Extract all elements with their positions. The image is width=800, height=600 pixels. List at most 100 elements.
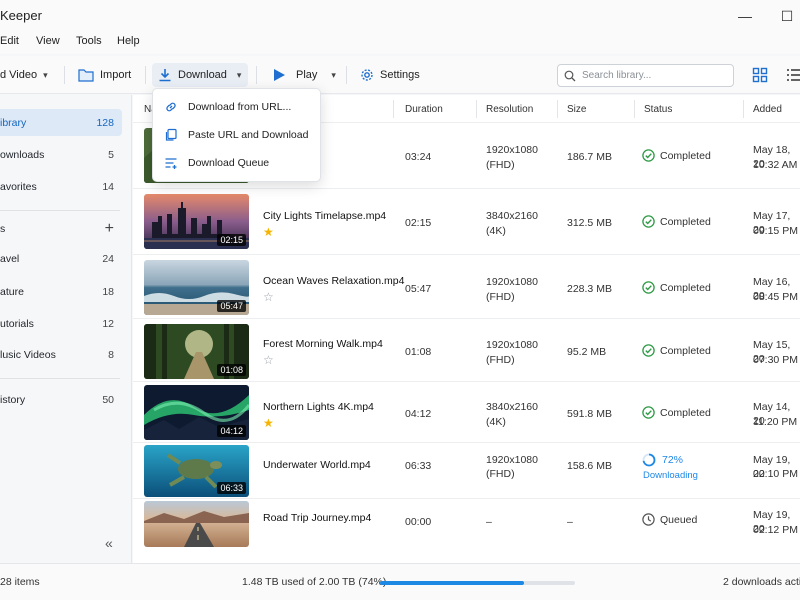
menu-item-label: Download from URL... [188,101,292,113]
table-row[interactable]: 02:15 City Lights Timelapse.mp4 ★ 02:15 … [133,189,800,255]
table-row[interactable]: 04:12 Northern Lights 4K.mp4 ★ 04:12 384… [133,382,800,443]
sidebar-item-history[interactable]: istory 50 [0,386,122,413]
menu-tools[interactable]: Tools [76,35,102,47]
star-outline-icon[interactable]: ☆ [263,353,274,367]
sidebar-item-downloads[interactable]: ownloads 5 [0,141,122,168]
status-label: Completed [660,344,711,357]
sidebar-section-playlists: s + [0,215,122,242]
add-playlist-icon[interactable]: + [105,220,114,238]
check-circle-icon [642,149,655,162]
sidebar-item-count: 14 [102,180,114,193]
status-queued: Queued [642,513,697,526]
row-resolution-label: (4K) [486,416,506,428]
duration-badge: 02:15 [217,234,246,246]
download-button[interactable]: Download ▾ [152,63,248,87]
row-size: – [567,516,573,528]
file-name: Underwater World.mp4 [263,459,371,471]
file-name: Road Trip Journey.mp4 [263,512,372,524]
sidebar-section-label: s [0,222,6,235]
title-bar: Keeper — ☐ [0,0,800,32]
row-duration: 04:12 [405,408,432,420]
check-circle-icon [642,344,655,357]
menu-item-label: Download Queue [188,157,270,169]
star-filled-icon[interactable]: ★ [263,225,274,239]
row-resolution-label: (FHD) [486,159,515,171]
download-menu: Download from URL... Paste URL and Downl… [152,88,321,182]
menu-download-queue[interactable]: Download Queue [153,149,320,177]
row-size: 312.5 MB [567,217,612,229]
menu-edit[interactable]: Edit [0,35,19,47]
row-resolution-label: (4K) [486,225,506,237]
sidebar-item-label: lusic Videos [0,348,56,361]
add-video-label: d Video [0,69,38,81]
table-row[interactable]: 05:47 Ocean Waves Relaxation.mp4 ☆ 05:47… [133,255,800,319]
star-outline-icon[interactable]: ☆ [263,290,274,304]
video-thumbnail: 02:15 [144,194,249,249]
add-video-button[interactable]: d Video ▾ [0,63,54,87]
toolbar-divider [346,66,347,84]
row-duration: 06:33 [405,460,432,472]
menu-paste-url-and-download[interactable]: Paste URL and Download [153,121,320,149]
column-status[interactable]: Status [644,104,672,115]
menu-download-from-url[interactable]: Download from URL... [153,93,320,121]
row-size: 95.2 MB [567,346,607,358]
active-downloads: 2 downloads activ [723,576,800,588]
table-row[interactable]: 06:33 Underwater World.mp4 06:33 1920x10… [133,443,800,499]
video-thumbnail: 04:12 [144,385,249,440]
sidebar-item-library[interactable]: ibrary 128 [0,109,122,136]
status-sublabel: Downloading [643,470,698,481]
sidebar-item-count: 18 [102,285,114,298]
sidebar-item-count: 128 [96,116,114,129]
menu-help[interactable]: Help [117,35,140,47]
row-size: 158.6 MB [567,460,612,472]
storage-progress-fill [380,581,525,585]
play-button[interactable]: Play ▾ [266,63,342,87]
table-row[interactable]: Road Trip Journey.mp4 00:00 – – Queued M… [133,499,800,557]
sidebar-item-label: ibrary [0,116,27,129]
queue-icon [165,158,177,169]
collapse-sidebar-icon[interactable]: « [105,535,113,551]
column-size[interactable]: Size [567,104,586,115]
duration-badge: 06:33 [217,482,246,494]
sidebar-divider [0,378,120,379]
star-filled-icon[interactable]: ★ [263,416,274,430]
settings-button[interactable]: Settings [354,63,426,87]
import-button[interactable]: Import [72,63,137,87]
sidebar-item-count: 50 [102,393,114,406]
sidebar-item-count: 12 [102,317,114,330]
status-bar: 28 items 1.48 TB used of 2.00 TB (74%) 2… [0,563,800,600]
column-duration[interactable]: Duration [405,104,443,115]
table-row[interactable]: 01:08 Forest Morning Walk.mp4 ☆ 01:08 19… [133,319,800,382]
sidebar-item-nature[interactable]: ature 18 [0,278,122,305]
sidebar-item-label: utorials [0,317,34,330]
status-completed: Completed [642,344,711,357]
column-resolution[interactable]: Resolution [486,104,533,115]
sidebar-item-travel[interactable]: avel 24 [0,245,122,272]
status-label: Completed [660,149,711,162]
status-downloading: 72% Downloading [642,453,698,481]
file-name: Ocean Waves Relaxation.mp4 [263,275,405,287]
row-time: 11:20 PM [753,416,798,428]
sidebar-item-music-videos[interactable]: lusic Videos 8 [0,341,122,368]
maximize-button[interactable]: ☐ [777,6,797,26]
row-size: 186.7 MB [567,151,612,163]
search-box[interactable] [557,64,734,87]
minimize-button[interactable]: — [735,6,755,26]
play-icon [274,69,285,81]
duration-badge: 05:47 [217,300,246,312]
menu-view[interactable]: View [36,35,60,47]
sidebar-divider [0,210,120,211]
search-input[interactable] [582,70,722,81]
status-completed: Completed [642,149,711,162]
sidebar-item-favorites[interactable]: avorites 14 [0,173,122,200]
row-time: 02:10 PM [753,468,798,480]
list-view-icon[interactable] [786,67,800,83]
column-added[interactable]: Added [753,104,782,115]
sidebar-item-tutorials[interactable]: utorials 12 [0,310,122,337]
toolbar-divider [64,66,65,84]
duration-badge: 04:12 [217,425,246,437]
grid-view-icon[interactable] [752,67,768,83]
chevron-down-icon: ▾ [43,69,48,80]
row-resolution: 3840x2160 [486,401,538,413]
check-circle-icon [642,281,655,294]
